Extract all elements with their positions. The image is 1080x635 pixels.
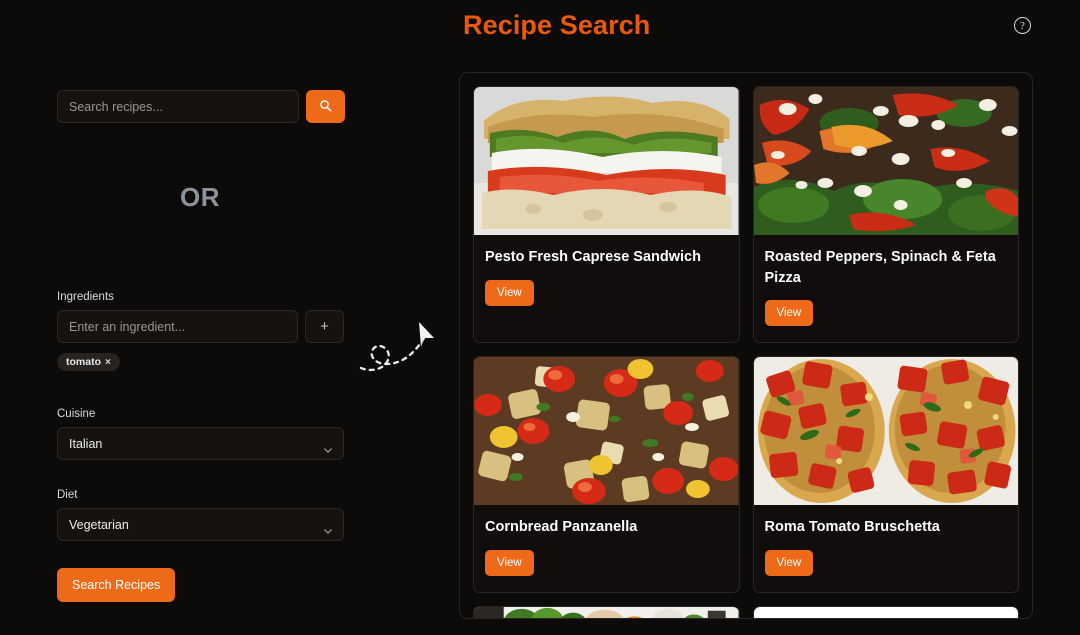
card-body: Roma Tomato Bruschetta View xyxy=(754,505,1019,592)
cuisine-select[interactable]: Italian xyxy=(57,427,344,460)
search-submit-button[interactable] xyxy=(306,90,345,123)
white-plate-photo xyxy=(753,606,1018,618)
cuisine-section: Cuisine Italian xyxy=(57,408,344,460)
ingredient-entry-row: + xyxy=(57,310,344,343)
diet-label: Diet xyxy=(57,489,78,501)
recipe-card[interactable] xyxy=(473,605,740,618)
vegetable-dish-photo xyxy=(474,606,739,618)
ingredient-chip-list: tomato × xyxy=(57,353,344,371)
add-ingredient-button[interactable]: + xyxy=(305,310,344,343)
search-icon xyxy=(319,99,332,115)
cuisine-select-wrap: Italian xyxy=(57,427,344,460)
recipe-card[interactable] xyxy=(752,605,1019,618)
or-divider: OR xyxy=(180,182,220,212)
roasted-peppers-spinach-feta-pizza-photo xyxy=(753,87,1018,235)
ingredients-section: Ingredients + tomato × xyxy=(57,291,344,371)
cuisine-label: Cuisine xyxy=(57,408,96,420)
diet-select[interactable]: Vegetarian xyxy=(57,508,344,541)
card-body: Cornbread Panzanella View xyxy=(474,505,739,592)
diet-section: Diet Vegetarian xyxy=(57,489,344,541)
card-body: Roasted Peppers, Spinach & Feta Pizza Vi… xyxy=(754,235,1019,342)
ingredient-input[interactable] xyxy=(57,310,298,343)
recipe-card[interactable]: Pesto Fresh Caprese Sandwich View xyxy=(473,86,740,344)
recipe-title: Roma Tomato Bruschetta xyxy=(764,519,940,536)
mouse-cursor-arrow-icon xyxy=(358,316,442,374)
roma-tomato-bruschetta-photo xyxy=(753,357,1018,506)
ingredients-label: Ingredients xyxy=(57,291,114,303)
view-recipe-button[interactable]: View xyxy=(764,300,814,327)
view-recipe-button[interactable]: View xyxy=(764,549,814,576)
recipe-title: Pesto Fresh Caprese Sandwich xyxy=(485,249,701,265)
recipe-card[interactable]: Roma Tomato Bruschetta View xyxy=(752,356,1019,593)
pesto-caprese-sandwich-photo xyxy=(474,87,739,235)
search-sidebar: OR Ingredients + tomato × Cuisine Italia… xyxy=(0,0,460,635)
recipe-search-row xyxy=(57,90,345,123)
recipe-card[interactable]: Cornbread Panzanella View xyxy=(473,356,740,593)
recipe-title: Cornbread Panzanella xyxy=(485,519,638,536)
page-title: Recipe Search xyxy=(463,10,651,40)
ingredient-chip[interactable]: tomato × xyxy=(57,353,120,371)
diet-select-wrap: Vegetarian xyxy=(57,508,344,541)
recipe-title: Roasted Peppers, Spinach & Feta Pizza xyxy=(764,249,996,286)
help-circle-icon[interactable]: ? xyxy=(1014,17,1031,34)
search-input[interactable] xyxy=(57,90,299,123)
view-recipe-button[interactable]: View xyxy=(485,279,534,306)
recipe-results-grid: Pesto Fresh Caprese Sandwich View Roaste… xyxy=(473,86,1019,618)
cornbread-panzanella-photo xyxy=(474,357,739,506)
card-body: Pesto Fresh Caprese Sandwich View xyxy=(474,235,739,322)
search-recipes-button[interactable]: Search Recipes xyxy=(57,568,176,602)
view-recipe-button[interactable]: View xyxy=(485,549,534,576)
ingredient-chip-label: tomato xyxy=(66,356,101,368)
remove-chip-icon[interactable]: × xyxy=(105,357,111,368)
results-panel[interactable]: Pesto Fresh Caprese Sandwich View Roaste… xyxy=(459,72,1033,619)
recipe-card[interactable]: Roasted Peppers, Spinach & Feta Pizza Vi… xyxy=(752,86,1019,344)
